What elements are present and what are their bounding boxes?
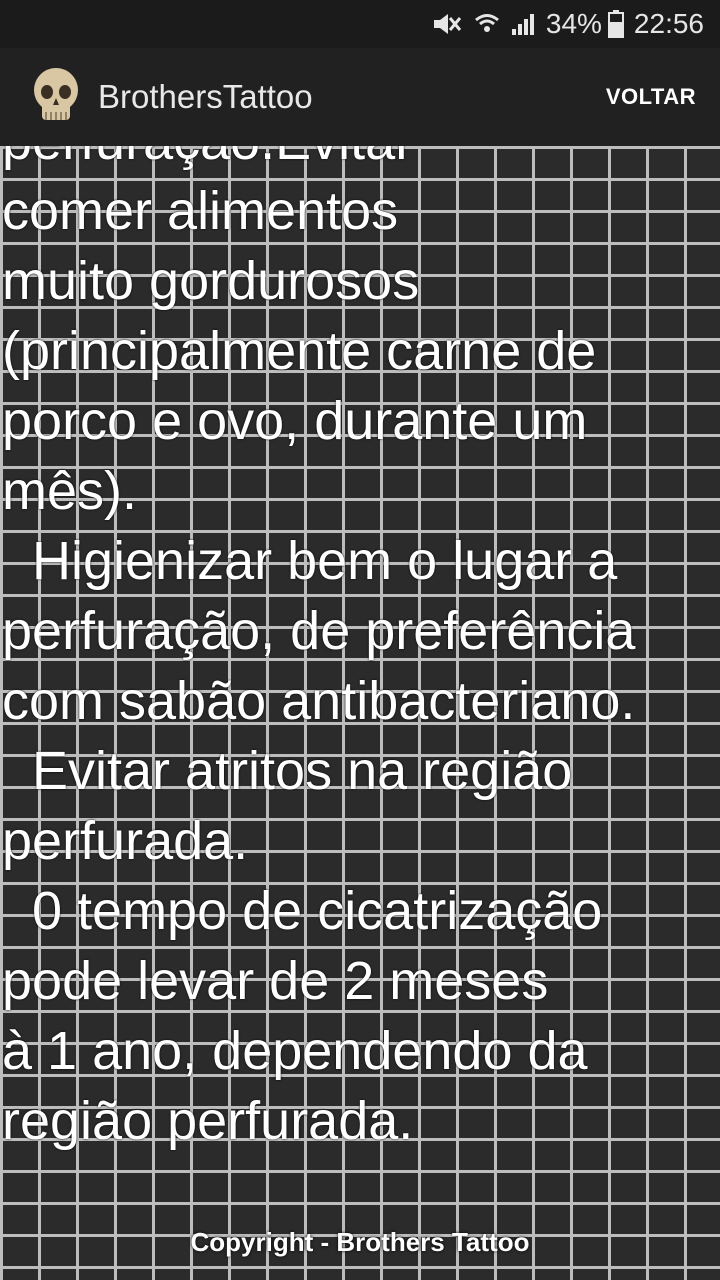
text-line: mês). [2, 461, 137, 521]
text-line: com sabão antibacteriano. [2, 671, 636, 731]
text-line: região perfurada. [2, 1091, 414, 1151]
text-line: 0 tempo de cicatrização [32, 881, 603, 941]
signal-icon [510, 11, 536, 37]
mute-icon [428, 10, 464, 38]
text-line: perfuração.Evitar [2, 146, 718, 176]
text-line: (principalmente carne de [2, 321, 597, 381]
app-title: BrothersTattoo [98, 78, 313, 115]
text-line: pode levar de 2 meses [2, 951, 549, 1011]
text-line: à 1 ano, dependendo da [2, 1021, 588, 1081]
text-line: perfuração, de preferência [2, 601, 636, 661]
battery-percent: 34% [545, 8, 602, 39]
text-line: Higienizar bem o lugar a [32, 531, 618, 591]
app-bar: BrothersTattoo VOLTAR [0, 48, 720, 146]
back-button[interactable]: VOLTAR [606, 76, 696, 118]
skull-icon [30, 66, 82, 128]
text-line: porco e ovo, durante um [2, 391, 588, 451]
text-line: perfurada. [2, 811, 249, 871]
copyright-footer: Copyright - Brothers Tattoo [190, 1227, 530, 1257]
clock: 22:56 [633, 8, 704, 39]
battery-icon [607, 10, 624, 38]
battery-indicator: 34% [546, 8, 624, 40]
wifi-icon [474, 11, 500, 37]
text-line: comer alimentos [2, 181, 399, 241]
text-line: muito gordurosos [2, 251, 420, 311]
status-bar: 34% 22:56 [0, 0, 720, 48]
text-line: Evitar atritos na região [32, 741, 573, 801]
article-text: perfuração.Evitar comer alimentos muito … [2, 146, 718, 1156]
content-area[interactable]: perfuração.Evitar comer alimentos muito … [0, 146, 720, 1280]
